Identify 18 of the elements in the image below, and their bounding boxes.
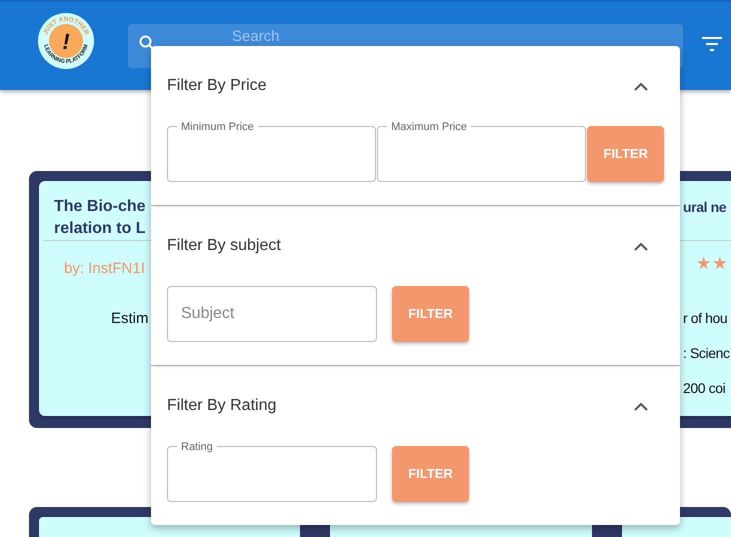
chevron-up-icon[interactable] (634, 82, 648, 90)
card-title: The Bio-che (54, 197, 146, 217)
section-title: Filter By subject (167, 236, 281, 256)
star-icon: ★ (696, 253, 712, 275)
section-title: Filter By Price (167, 76, 267, 96)
chevron-up-icon[interactable] (634, 242, 648, 250)
filter-icon[interactable] (702, 36, 722, 52)
author-text: by: InstFN1I (64, 259, 145, 279)
card-text: Estim (111, 309, 148, 329)
chevron-up-icon[interactable] (634, 402, 648, 410)
star-icon: ★ (712, 253, 728, 275)
card-title: relation to L (54, 219, 146, 239)
card-title: ural ne (683, 198, 726, 217)
section-title: Filter By Rating (167, 396, 276, 416)
card-text: 200 coi (683, 379, 726, 398)
card-text: : Scienc (683, 344, 730, 363)
input-field[interactable]: Subject (167, 286, 377, 342)
card-text: r of hou (683, 309, 728, 328)
